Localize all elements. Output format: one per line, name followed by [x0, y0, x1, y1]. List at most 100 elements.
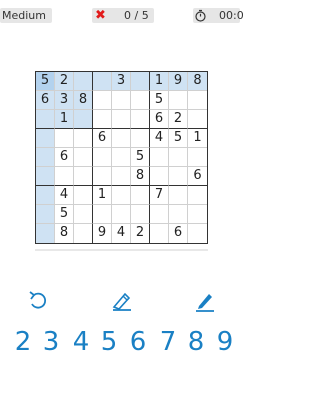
board-cell[interactable]: [93, 205, 112, 224]
board-cell[interactable]: 6: [169, 224, 188, 243]
board-cell[interactable]: [131, 129, 150, 148]
board-cell[interactable]: [36, 110, 55, 129]
board-cell[interactable]: [36, 224, 55, 243]
board-cell[interactable]: [169, 167, 188, 186]
board-cell[interactable]: [93, 167, 112, 186]
board-cell[interactable]: 2: [169, 110, 188, 129]
board-cell[interactable]: 8: [74, 91, 93, 110]
board-cell[interactable]: 6: [150, 110, 169, 129]
eraser-icon: [112, 292, 131, 311]
board-cell[interactable]: [112, 186, 131, 205]
board-cell[interactable]: [36, 186, 55, 205]
undo-button[interactable]: [26, 289, 50, 313]
board-cell[interactable]: [169, 148, 188, 167]
board-cell[interactable]: 6: [36, 91, 55, 110]
timer-text: 00:0: [219, 9, 244, 22]
board-cell[interactable]: 1: [150, 72, 169, 91]
board-cell[interactable]: 6: [93, 129, 112, 148]
board-cell[interactable]: [150, 148, 169, 167]
board-cell[interactable]: [93, 91, 112, 110]
number-button-2[interactable]: 2: [12, 326, 34, 358]
board-cell[interactable]: [74, 72, 93, 91]
board-cell[interactable]: 5: [150, 91, 169, 110]
board-cell[interactable]: [74, 224, 93, 243]
board-cell[interactable]: 5: [131, 148, 150, 167]
board-cell[interactable]: [169, 91, 188, 110]
undo-icon: [29, 291, 47, 309]
board-cell[interactable]: [74, 205, 93, 224]
board-cell[interactable]: [188, 110, 207, 129]
board-cell[interactable]: 5: [169, 129, 188, 148]
error-x-icon: ✖: [95, 8, 106, 23]
board-cell[interactable]: [112, 148, 131, 167]
board-cell[interactable]: 6: [55, 148, 74, 167]
board-cell[interactable]: [169, 186, 188, 205]
board-cell[interactable]: 9: [93, 224, 112, 243]
board-cell[interactable]: [150, 224, 169, 243]
board-cell[interactable]: 1: [55, 110, 74, 129]
board-cell[interactable]: [131, 205, 150, 224]
number-button-3[interactable]: 3: [40, 326, 62, 358]
board-divider: [35, 249, 208, 251]
number-button-4[interactable]: 4: [70, 326, 92, 358]
board-cell[interactable]: [93, 72, 112, 91]
number-button-9[interactable]: 9: [214, 326, 236, 358]
board-cell[interactable]: [150, 167, 169, 186]
board-cell[interactable]: [131, 72, 150, 91]
board-cell[interactable]: 4: [55, 186, 74, 205]
board-cell[interactable]: [36, 129, 55, 148]
board-cell[interactable]: 1: [188, 129, 207, 148]
board-cell[interactable]: [112, 110, 131, 129]
board-cell[interactable]: [112, 167, 131, 186]
board-cell[interactable]: [112, 205, 131, 224]
board-cell[interactable]: 6: [188, 167, 207, 186]
board-cell[interactable]: [169, 205, 188, 224]
board-cell[interactable]: [74, 110, 93, 129]
board-cell[interactable]: 2: [131, 224, 150, 243]
board-cell[interactable]: [131, 186, 150, 205]
number-button-7[interactable]: 7: [157, 326, 179, 358]
board-cell[interactable]: 7: [150, 186, 169, 205]
sudoku-board: 523198638516264516586417589426: [35, 71, 208, 244]
board-cell[interactable]: [36, 148, 55, 167]
board-cell[interactable]: 4: [112, 224, 131, 243]
board-cell[interactable]: 8: [131, 167, 150, 186]
board-cell[interactable]: [188, 148, 207, 167]
number-button-6[interactable]: 6: [127, 326, 149, 358]
board-cell[interactable]: [36, 167, 55, 186]
board-cell[interactable]: [188, 224, 207, 243]
board-cell[interactable]: 3: [55, 91, 74, 110]
notes-button[interactable]: [193, 289, 217, 313]
board-cell[interactable]: [188, 205, 207, 224]
board-cell[interactable]: [74, 167, 93, 186]
board-cell[interactable]: 9: [169, 72, 188, 91]
board-cell[interactable]: [36, 205, 55, 224]
board-cell[interactable]: [55, 167, 74, 186]
number-button-8[interactable]: 8: [185, 326, 207, 358]
board-cell[interactable]: [112, 129, 131, 148]
board-cell[interactable]: [131, 91, 150, 110]
board-cell[interactable]: 4: [150, 129, 169, 148]
board-cell[interactable]: [150, 205, 169, 224]
board-cell[interactable]: [188, 91, 207, 110]
board-cell[interactable]: 5: [36, 72, 55, 91]
board-cell[interactable]: [131, 110, 150, 129]
pencil-icon: [196, 294, 214, 312]
board-cell[interactable]: [93, 110, 112, 129]
board-cell[interactable]: [188, 186, 207, 205]
board-cell[interactable]: [55, 129, 74, 148]
board-cell[interactable]: 8: [55, 224, 74, 243]
board-cell[interactable]: 1: [93, 186, 112, 205]
difficulty-text: Medium: [2, 9, 46, 22]
board-cell[interactable]: [74, 186, 93, 205]
board-cell[interactable]: [74, 129, 93, 148]
board-cell[interactable]: 3: [112, 72, 131, 91]
board-cell[interactable]: [74, 148, 93, 167]
erase-button[interactable]: [110, 289, 134, 313]
board-cell[interactable]: [112, 91, 131, 110]
board-cell[interactable]: 5: [55, 205, 74, 224]
board-cell[interactable]: 2: [55, 72, 74, 91]
board-cell[interactable]: 8: [188, 72, 207, 91]
number-button-5[interactable]: 5: [98, 326, 120, 358]
board-cell[interactable]: [93, 148, 112, 167]
